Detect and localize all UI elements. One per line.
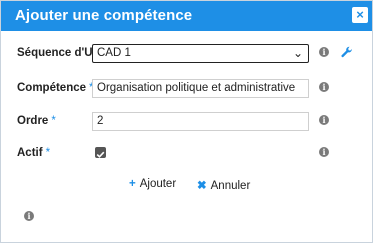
ordre-info-icon[interactable]: i <box>319 115 329 125</box>
ordre-label-text: Ordre <box>17 115 49 127</box>
competence-label: Compétence* <box>17 82 94 94</box>
x-icon: ✖ <box>197 180 207 192</box>
sequence-label: Séquence d'UV <box>17 47 101 59</box>
competence-label-text: Compétence <box>17 82 87 94</box>
wrench-icon[interactable] <box>341 46 353 58</box>
close-button[interactable]: × <box>352 7 368 23</box>
actif-label: Actif * <box>17 147 50 159</box>
competence-input[interactable]: Organisation politique et administrative <box>92 79 309 98</box>
sequence-info-icon[interactable]: i <box>319 47 329 57</box>
sequence-select-value: CAD 1 <box>97 47 131 59</box>
dialog-titlebar: Ajouter une compétence × <box>1 1 372 31</box>
ordre-input[interactable]: 2 <box>92 112 309 131</box>
sequence-select[interactable]: CAD 1 ⌄ <box>92 44 309 63</box>
plus-icon: + <box>129 178 136 190</box>
chevron-down-icon: ⌄ <box>292 46 303 60</box>
competence-info-icon[interactable]: i <box>319 82 329 92</box>
actif-required-mark: * <box>45 147 51 159</box>
cancel-button[interactable]: ✖ Annuler <box>197 178 250 192</box>
checkmark-icon <box>96 151 105 158</box>
footer-info-icon[interactable]: i <box>24 211 34 221</box>
actif-info-icon[interactable]: i <box>319 147 329 157</box>
cancel-button-label: Annuler <box>210 180 251 192</box>
dialog-title: Ajouter une compétence <box>15 7 193 24</box>
ordre-required-mark: * <box>51 115 56 127</box>
ordre-label: Ordre * <box>17 115 56 127</box>
add-button[interactable]: + Ajouter <box>129 178 176 190</box>
add-button-label: Ajouter <box>139 178 177 190</box>
actif-checkbox[interactable] <box>95 147 106 158</box>
add-competence-dialog: Ajouter une compétence × Séquence d'UV C… <box>0 0 373 243</box>
actif-label-text: Actif <box>17 147 43 159</box>
